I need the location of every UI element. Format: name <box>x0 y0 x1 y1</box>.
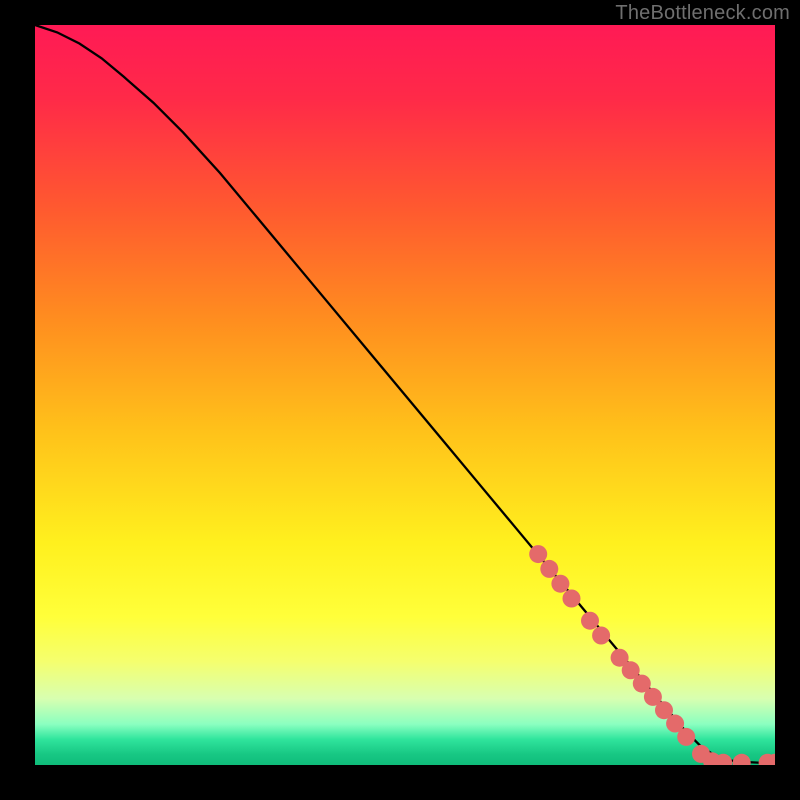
marker-dot <box>581 612 599 630</box>
marker-dot <box>592 627 610 645</box>
marker-dot <box>551 575 569 593</box>
marker-dot <box>529 545 547 563</box>
plot-area <box>35 25 775 765</box>
watermark-text: TheBottleneck.com <box>615 2 790 25</box>
chart-canvas: TheBottleneck.com <box>0 0 800 800</box>
marker-dot <box>677 728 695 746</box>
marker-dot <box>563 590 581 608</box>
bottleneck-curve <box>35 25 775 763</box>
marker-dot <box>733 754 751 765</box>
marker-dot <box>540 560 558 578</box>
curve-layer <box>35 25 775 765</box>
highlight-dots <box>529 545 775 765</box>
